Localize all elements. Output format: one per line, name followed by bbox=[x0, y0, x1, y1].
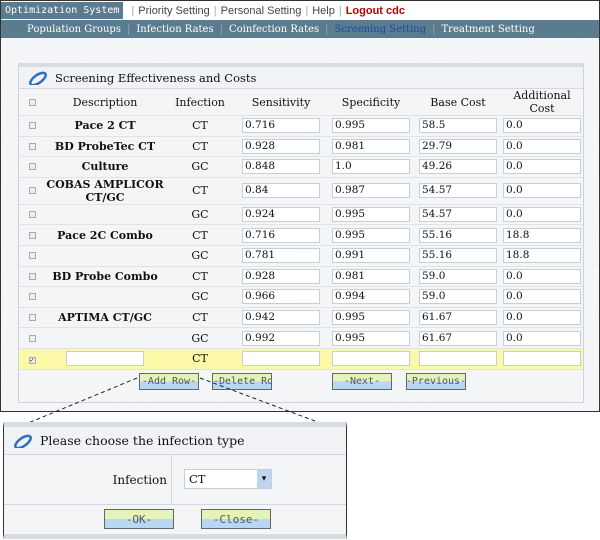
close-button[interactable]: -Close- bbox=[201, 509, 271, 529]
infection-selected-value: CT bbox=[189, 472, 206, 486]
ok-button[interactable]: -OK- bbox=[104, 509, 174, 529]
dropdown-arrow-icon[interactable]: ▾ bbox=[257, 470, 271, 488]
infection-label: Infection bbox=[4, 455, 172, 504]
dialog-title: Please choose the infection type bbox=[40, 433, 245, 448]
infection-type-dialog: Please choose the infection type Infecti… bbox=[3, 422, 347, 539]
app-logo-icon bbox=[14, 434, 32, 448]
infection-select[interactable]: CT ▾ bbox=[184, 469, 272, 489]
dialog-header: Please choose the infection type bbox=[4, 427, 346, 455]
